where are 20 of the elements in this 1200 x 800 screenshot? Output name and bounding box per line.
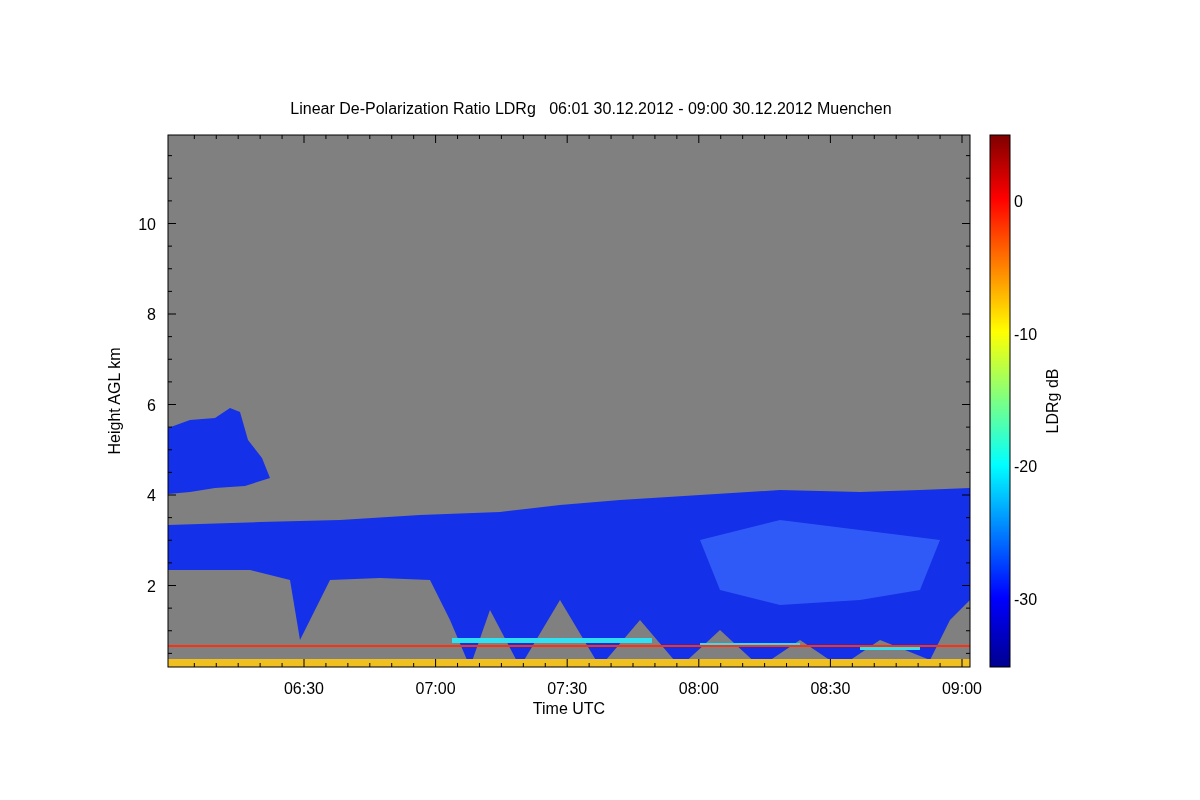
x-tick-label: 07:30 <box>547 680 588 697</box>
aerosol-streak <box>860 647 920 650</box>
colorbar-tick-label: -10 <box>1014 325 1038 343</box>
y-tick-label: 4 <box>147 487 156 504</box>
chart-title: Linear De-Polarization Ratio LDRg 06:01 30.12.2012 - 09:00 30.12.2012 Muenchen <box>290 100 892 117</box>
y-tick-label: 10 <box>138 215 156 233</box>
x-tick-label: 09:00 <box>942 680 982 697</box>
y-tick-label: 6 <box>147 396 156 414</box>
y-tick-label: 2 <box>147 577 156 595</box>
colorbar-tick-label: 0 <box>1014 193 1023 210</box>
y-axis-label: Height AGL km <box>106 347 123 455</box>
colorbar-tick-label: -20 <box>1014 458 1038 476</box>
x-tick-label: 06:30 <box>284 680 324 697</box>
x-tick-label: 07:00 <box>415 680 456 697</box>
x-axis-label: Time UTC <box>532 700 606 717</box>
x-tick-label: 08:30 <box>810 680 851 697</box>
colorbar-label: LDRg dB <box>1044 368 1061 434</box>
y-tick-label: 8 <box>147 306 156 323</box>
colorbar-tick-label: -30 <box>1014 590 1038 608</box>
x-tick-label: 08:00 <box>678 680 719 697</box>
